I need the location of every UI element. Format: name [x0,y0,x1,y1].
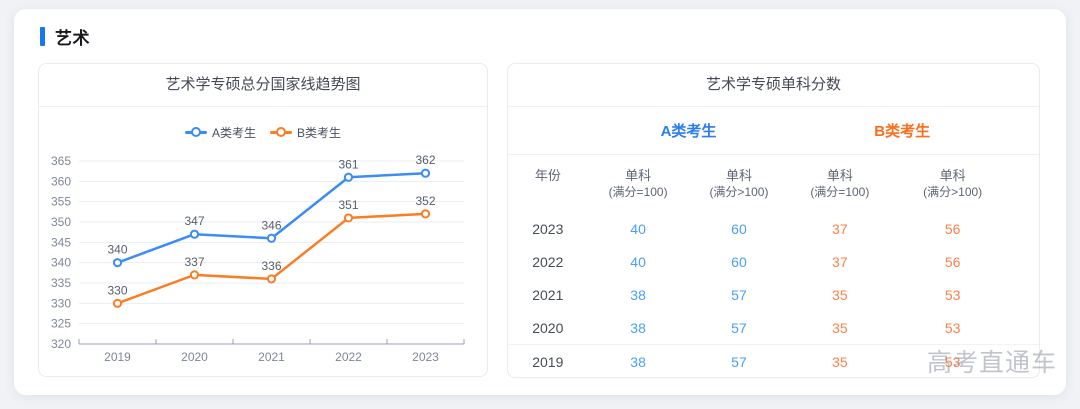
year-cell: 2019 [508,345,588,379]
score-cell: 57 [689,311,790,345]
svg-text:347: 347 [184,214,204,228]
svg-text:337: 337 [184,255,204,269]
main-card: 艺术 艺术学专硕总分国家线趋势图 A类考生B类考生 32032533033534… [14,9,1066,395]
year-cell: 2021 [508,278,588,311]
score-cell: 53 [890,311,1015,345]
score-cell: 40 [588,245,689,278]
spacer-cell [1015,345,1039,379]
legend-dot-icon [191,127,201,137]
spacer-cell [1015,311,1039,345]
chart-panel-title: 艺术学专硕总分国家线趋势图 [39,64,487,107]
col-header-a-sub1: 单科 (满分=100) [588,155,689,213]
svg-text:2019: 2019 [104,350,131,364]
score-cell: 38 [588,311,689,345]
group-header-b: B类考生 [789,107,1015,155]
svg-text:340: 340 [51,256,71,270]
column-header-row: 年份 单科 (满分=100) 单科 (满分>100) 单科 [508,155,1039,213]
score-cell: 37 [789,212,890,245]
score-table: A类考生 B类考生 年份 单科 (满分=100) [508,107,1039,378]
score-cell: 35 [789,345,890,379]
col-header-b-sub1: 单科 (满分=100) [789,155,890,213]
score-cell: 40 [588,212,689,245]
col-header-a-sub2: 单科 (满分>100) [689,155,790,213]
svg-text:351: 351 [338,198,358,212]
section-header: 艺术 [40,25,90,47]
table-row: 202340603756 [508,212,1039,245]
year-cell: 2023 [508,212,588,245]
section-title: 艺术 [55,24,90,49]
spacer-cell [1015,212,1039,245]
score-cell: 60 [689,212,790,245]
legend-label: B类考生 [297,124,341,141]
svg-text:2023: 2023 [412,350,439,364]
svg-text:340: 340 [107,243,127,257]
svg-text:2022: 2022 [335,350,362,364]
section-accent-bar [40,27,45,46]
svg-text:346: 346 [261,218,281,232]
score-cell: 37 [789,245,890,278]
legend-item-b[interactable]: B类考生 [270,124,341,141]
table-panel-title: 艺术学专硕单科分数 [508,64,1039,107]
score-cell: 56 [890,212,1015,245]
svg-text:330: 330 [107,283,127,297]
svg-text:325: 325 [51,317,71,331]
chart-legend: A类考生 B类考生 [39,122,487,142]
legend-marker-icon [185,131,207,134]
svg-text:330: 330 [51,296,71,310]
table-row: 202138573553 [508,278,1039,311]
year-cell: 2022 [508,245,588,278]
score-table-panel: 艺术学专硕单科分数 A类考生 B类考生 年份 [507,63,1040,378]
svg-text:2020: 2020 [181,350,208,364]
score-cell: 38 [588,345,689,379]
score-cell: 57 [689,278,790,311]
table-row: 202038573553 [508,311,1039,345]
legend-marker-icon [270,131,292,134]
content-panels: 艺术学专硕总分国家线趋势图 A类考生B类考生 32032533033534034… [38,63,1040,378]
svg-text:362: 362 [415,153,435,167]
group-header-row: A类考生 B类考生 [508,107,1039,155]
svg-text:345: 345 [51,235,71,249]
trend-line-chart: 320 325 330 335 340 345 350 355 360 365 2019 2020 20… [39,148,487,377]
svg-text:355: 355 [51,195,71,209]
score-cell: 35 [789,278,890,311]
table-row: 202240603756 [508,245,1039,278]
svg-text:352: 352 [415,194,435,208]
score-cell: 35 [789,311,890,345]
svg-text:365: 365 [51,154,71,168]
score-cell: 53 [890,278,1015,311]
score-cell: 57 [689,345,790,379]
table-row: 201938573553 [508,345,1039,379]
spacer-cell [1015,245,1039,278]
group-header-a: A类考生 [588,107,790,155]
svg-text:361: 361 [338,157,358,171]
year-cell: 2020 [508,311,588,345]
legend-dot-icon [276,127,286,137]
trend-chart-panel: 艺术学专硕总分国家线趋势图 A类考生 B类考生 320 325 330 335 340 34… [38,63,488,377]
svg-text:2021: 2021 [258,350,285,364]
svg-text:335: 335 [51,276,71,290]
col-header-b-sub2: 单科 (满分>100) [890,155,1015,213]
svg-text:320: 320 [51,337,71,351]
score-cell: 60 [689,245,790,278]
svg-text:350: 350 [51,215,71,229]
legend-item-a[interactable]: A类考生 [185,124,256,141]
svg-text:360: 360 [51,174,71,188]
col-header-year: 年份 [508,155,588,213]
legend-label: A类考生 [212,124,256,141]
score-cell: 38 [588,278,689,311]
score-cell: 53 [890,345,1015,379]
score-cell: 56 [890,245,1015,278]
spacer-cell [1015,278,1039,311]
svg-text:336: 336 [261,259,281,273]
